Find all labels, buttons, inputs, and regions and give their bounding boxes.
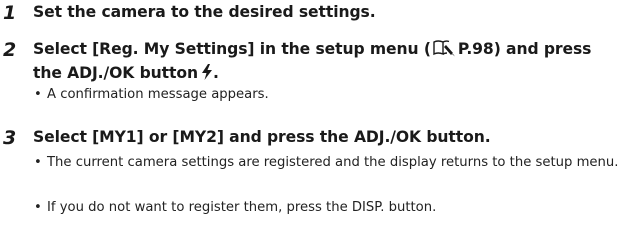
step-number: 3 — [3, 127, 17, 149]
step-number: 1 — [3, 2, 17, 24]
instruction-end: . — [212, 64, 219, 82]
step-number: 2 — [3, 39, 17, 61]
bullet-marker: • — [34, 155, 42, 170]
step-instruction: Select [Reg. My Settings] in the setup m… — [33, 39, 623, 86]
bullet-marker: • — [34, 200, 42, 215]
bullet-text: If you do not want to register them, pre… — [47, 200, 437, 215]
step-instruction: Set the camera to the desired settings. — [33, 3, 376, 21]
page-reference: P.98 — [457, 40, 494, 58]
book-reference-icon — [432, 39, 456, 63]
flash-icon — [201, 64, 213, 86]
step-instruction: Select [MY1] or [MY2] and press the ADJ.… — [33, 128, 491, 146]
bullet-text: A confirmation message appears. — [47, 87, 269, 102]
bullet-item: • If you do not want to register them, p… — [33, 198, 623, 217]
bullet-text: The current camera settings are register… — [47, 155, 619, 170]
bullet-marker: • — [34, 87, 42, 102]
instruction-text: Select [Reg. My Settings] in the setup m… — [33, 40, 431, 58]
bullet-item: • The current camera settings are regist… — [33, 153, 623, 172]
bullet-item: • A confirmation message appears. — [33, 85, 623, 104]
